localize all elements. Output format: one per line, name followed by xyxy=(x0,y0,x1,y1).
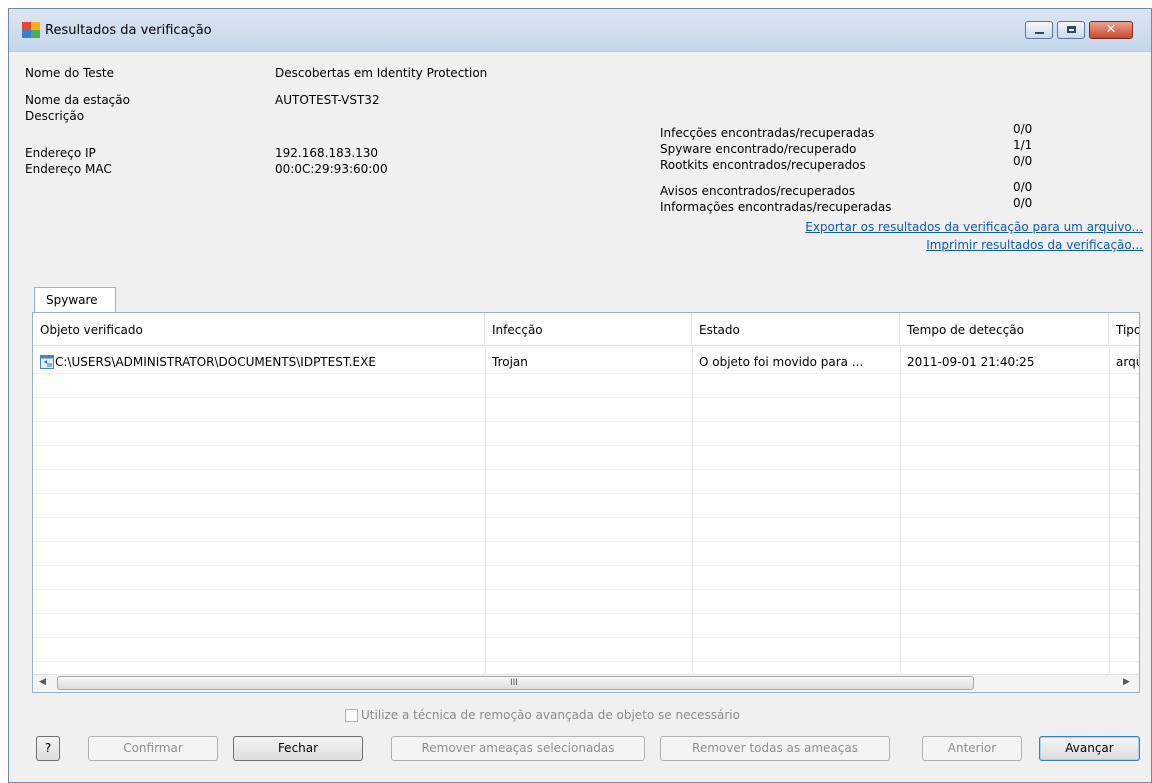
info-found-value: 0/0 xyxy=(1013,196,1033,210)
remove-selected-button[interactable]: Remover ameaças selecionadas xyxy=(391,736,645,761)
export-results-link[interactable]: Exportar os resultados da verificação pa… xyxy=(805,220,1143,234)
warnings-label: Avisos encontrados/recuperados xyxy=(660,184,856,198)
tab-spyware[interactable]: Spyware xyxy=(34,287,116,313)
rootkits-value: 0/0 xyxy=(1013,154,1033,168)
row-divider xyxy=(33,445,1139,446)
column-divider xyxy=(1109,346,1110,676)
results-table[interactable]: Objeto verificado Infecção Estado Tempo … xyxy=(32,312,1140,693)
ip-value: 192.168.183.130 xyxy=(275,146,379,160)
column-header-infection[interactable]: Infecção xyxy=(485,313,692,346)
test-name-label: Nome do Teste xyxy=(25,66,114,80)
row-divider xyxy=(33,613,1139,614)
cell-state: O objeto foi movido para ... xyxy=(699,355,864,369)
row-divider xyxy=(33,373,1139,374)
test-name-value: Descobertas em Identity Protection xyxy=(275,66,488,80)
station-label: Nome da estação xyxy=(25,93,130,107)
spyware-label: Spyware encontrado/recuperado xyxy=(660,142,857,156)
maximize-icon xyxy=(1067,26,1076,33)
row-divider xyxy=(33,397,1139,398)
scroll-left-icon[interactable]: ◀ xyxy=(39,677,46,687)
scroll-right-icon[interactable]: ▶ xyxy=(1123,677,1130,687)
column-divider xyxy=(485,346,486,676)
warnings-value: 0/0 xyxy=(1013,180,1033,194)
title-bar[interactable]: Resultados da verificação ✕ xyxy=(9,9,1151,52)
infections-label: Infecções encontradas/recuperadas xyxy=(660,126,875,140)
horizontal-scrollbar[interactable]: ◀ III ▶ xyxy=(33,674,1139,692)
cell-infection: Trojan xyxy=(492,355,528,369)
row-divider xyxy=(33,493,1139,494)
spyware-value: 1/1 xyxy=(1013,138,1033,152)
close-button[interactable]: Fechar xyxy=(233,736,363,761)
station-value: AUTOTEST-VST32 xyxy=(275,93,380,107)
column-header-time[interactable]: Tempo de detecção xyxy=(900,313,1109,346)
print-results-link[interactable]: Imprimir resultados da verificação... xyxy=(926,238,1143,252)
minimize-icon xyxy=(1035,32,1044,34)
column-divider xyxy=(900,346,901,676)
advanced-removal-label: Utilize a técnica de remoção avançada de… xyxy=(361,708,740,722)
column-divider xyxy=(692,346,693,676)
mac-label: Endereço MAC xyxy=(25,162,112,176)
minimize-button[interactable] xyxy=(1025,21,1053,39)
remove-all-button[interactable]: Remover todas as ameaças xyxy=(660,736,890,761)
close-icon: ✕ xyxy=(1105,22,1117,37)
avg-logo-icon xyxy=(22,22,40,38)
row-divider xyxy=(33,661,1139,662)
help-button[interactable]: ? xyxy=(36,736,60,761)
row-divider xyxy=(33,637,1139,638)
cell-time: 2011-09-01 21:40:25 xyxy=(907,355,1035,369)
window-title: Resultados da verificação xyxy=(45,23,212,38)
row-divider xyxy=(33,565,1139,566)
column-header-state[interactable]: Estado xyxy=(692,313,900,346)
cell-type: arqu xyxy=(1116,355,1139,369)
confirm-button[interactable]: Confirmar xyxy=(88,736,218,761)
row-divider xyxy=(33,469,1139,470)
row-divider xyxy=(33,589,1139,590)
row-divider xyxy=(33,517,1139,518)
column-header-object[interactable]: Objeto verificado xyxy=(33,313,485,346)
description-label: Descrição xyxy=(25,109,85,123)
tab-spyware-label: Spyware xyxy=(46,293,98,307)
row-divider xyxy=(33,541,1139,542)
infections-value: 0/0 xyxy=(1013,122,1033,136)
next-button[interactable]: Avançar xyxy=(1039,736,1140,761)
maximize-button[interactable] xyxy=(1057,21,1085,39)
ip-label: Endereço IP xyxy=(25,146,96,160)
mac-value: 00:0C:29:93:60:00 xyxy=(275,162,388,176)
results-window: Resultados da verificação ✕ Nome do Test… xyxy=(8,8,1152,783)
rootkits-label: Rootkits encontrados/recuperados xyxy=(660,158,866,172)
advanced-removal-checkbox[interactable] xyxy=(345,709,358,722)
column-header-type[interactable]: Tipo xyxy=(1109,313,1139,346)
close-window-button[interactable]: ✕ xyxy=(1089,21,1133,39)
info-found-label: Informações encontradas/recuperadas xyxy=(660,200,892,214)
row-divider xyxy=(33,421,1139,422)
previous-button[interactable]: Anterior xyxy=(922,736,1022,761)
scrollbar-thumb[interactable]: III xyxy=(57,676,974,690)
scrollbar-grip-icon: III xyxy=(510,678,518,688)
cell-object: C:\USERS\ADMINISTRATOR\DOCUMENTS\IDPTEST… xyxy=(55,355,376,369)
